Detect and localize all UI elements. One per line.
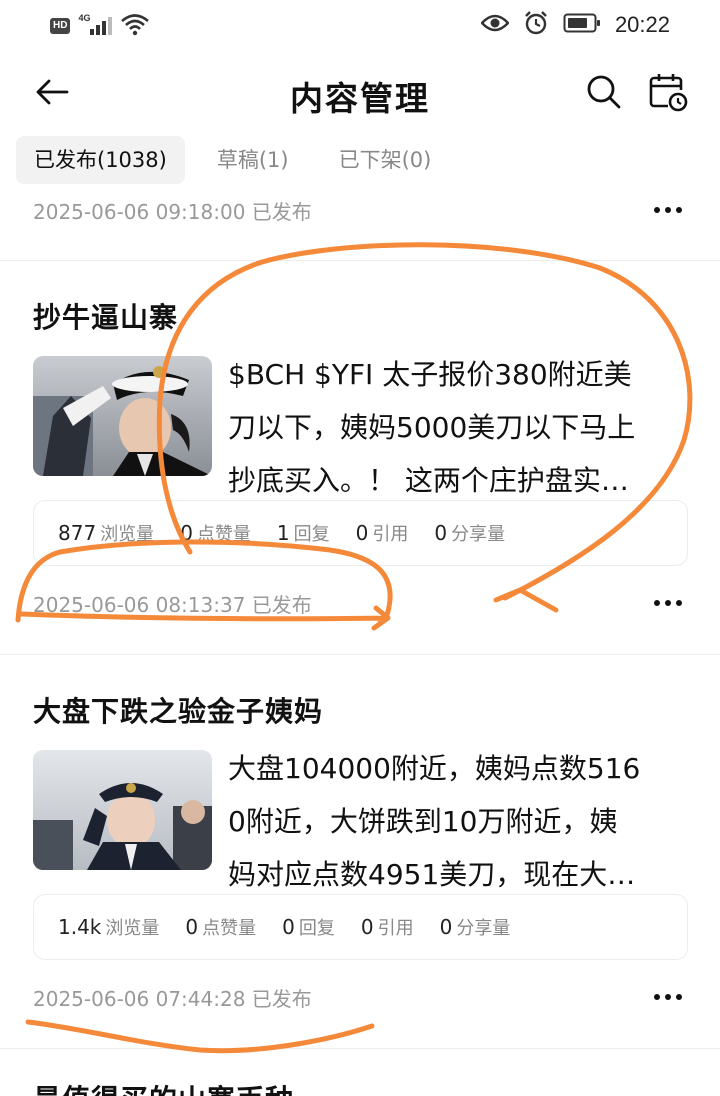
post-title[interactable]: 大盘下跌之验金子姨妈 bbox=[33, 690, 323, 730]
more-dot bbox=[665, 600, 671, 606]
more-dot bbox=[665, 994, 671, 1000]
app-header: 内容管理 bbox=[0, 54, 720, 130]
wifi-icon bbox=[120, 12, 150, 40]
divider bbox=[0, 654, 720, 655]
post-title[interactable]: 抄牛逼山寨 bbox=[33, 296, 178, 336]
stat-label: 点赞量 bbox=[196, 524, 251, 545]
stat-value: 0 bbox=[282, 915, 295, 939]
stat-label: 浏览量 bbox=[100, 524, 155, 545]
stat-quotes: 0 引用 bbox=[361, 914, 414, 940]
stat-likes: 0 点赞量 bbox=[180, 520, 251, 546]
stat-label: 分享量 bbox=[451, 524, 506, 545]
post-timestamp-status: 2025-06-06 08:13:37 已发布 bbox=[33, 593, 312, 617]
stat-value: 1 bbox=[276, 521, 290, 545]
stat-label: 浏览量 bbox=[105, 918, 160, 939]
calendar-button[interactable] bbox=[646, 70, 690, 114]
tab-drafts[interactable]: 草稿(1) bbox=[199, 136, 307, 184]
status-bar-left: HD 4G bbox=[50, 12, 150, 40]
stat-value: 0 bbox=[360, 915, 374, 939]
post-thumbnail[interactable] bbox=[33, 750, 212, 870]
eye-icon bbox=[480, 13, 510, 37]
post-excerpt[interactable]: 大盘104000附近，姨妈点数516 0附近，大饼跌到10万附近，姨 妈对应点数… bbox=[228, 742, 690, 901]
more-dot bbox=[654, 207, 660, 213]
hd-icon: HD bbox=[50, 18, 71, 34]
stat-value: 0 bbox=[355, 521, 369, 545]
stat-value: 877 bbox=[58, 521, 97, 545]
stat-value: 0 bbox=[439, 915, 453, 939]
excerpt-line: 刀以下，姨妈5000美刀以下马上 bbox=[228, 411, 636, 444]
more-options-button[interactable] bbox=[646, 983, 690, 1011]
stat-value: 1.4k bbox=[58, 915, 102, 939]
network-type-label: 4G bbox=[78, 13, 91, 23]
search-button[interactable] bbox=[584, 72, 624, 112]
status-bar-right: 20:22 bbox=[480, 10, 670, 40]
stat-quotes: 0 引用 bbox=[356, 520, 409, 546]
stat-label: 点赞量 bbox=[202, 918, 257, 939]
stat-label: 引用 bbox=[377, 918, 414, 939]
stat-replies: 1 回复 bbox=[277, 520, 330, 546]
stat-views: 877 浏览量 bbox=[58, 520, 154, 546]
post-meta-row: 2025-06-06 08:13:37 已发布 bbox=[0, 583, 720, 623]
tab-published[interactable]: 已发布(1038) bbox=[16, 136, 185, 184]
excerpt-line: 大盘104000附近，姨妈点数516 bbox=[228, 752, 641, 785]
more-dot bbox=[665, 207, 671, 213]
more-options-button[interactable] bbox=[646, 196, 690, 224]
post-excerpt[interactable]: $BCH $YFI 太子报价380附近美 刀以下，姨妈5000美刀以下马上 抄底… bbox=[228, 348, 690, 507]
post-timestamp-status: 2025-06-06 07:44:28 已发布 bbox=[33, 987, 312, 1011]
divider bbox=[0, 260, 720, 261]
more-dot bbox=[654, 600, 660, 606]
more-options-button[interactable] bbox=[646, 589, 690, 617]
stat-value: 0 bbox=[185, 915, 199, 939]
stat-shares: 0 分享量 bbox=[434, 520, 505, 546]
divider bbox=[0, 1048, 720, 1049]
battery-icon bbox=[563, 12, 601, 38]
calendar-clock-icon bbox=[649, 74, 688, 112]
excerpt-line: 0附近，大饼跌到10万附近，姨 bbox=[228, 805, 618, 838]
stat-label: 分享量 bbox=[456, 918, 511, 939]
stat-label: 回复 bbox=[293, 524, 330, 545]
underline-annotation bbox=[25, 1019, 375, 1054]
post-title[interactable]: 最值得买的山寨币种 bbox=[33, 1078, 294, 1096]
stat-shares: 0 分享量 bbox=[440, 914, 511, 940]
status-time: 20:22 bbox=[614, 12, 670, 37]
post-meta-row: 2025-06-06 09:18:00 已发布 bbox=[0, 190, 720, 230]
alarm-icon bbox=[523, 10, 549, 40]
more-dot bbox=[676, 600, 682, 606]
more-dot bbox=[676, 207, 682, 213]
excerpt-line: $BCH $YFI 太子报价380附近美 bbox=[228, 358, 632, 391]
stat-label: 引用 bbox=[372, 524, 409, 545]
post-meta-row: 2025-06-06 07:44:28 已发布 bbox=[0, 977, 720, 1017]
stat-likes: 0 点赞量 bbox=[185, 914, 256, 940]
status-tabs: 已发布(1038) 草稿(1) 已下架(0) bbox=[16, 136, 449, 184]
search-icon bbox=[587, 75, 621, 109]
stat-value: 0 bbox=[180, 521, 193, 545]
post-timestamp-status: 2025-06-06 09:18:00 已发布 bbox=[33, 200, 312, 224]
tab-removed[interactable]: 已下架(0) bbox=[321, 136, 450, 184]
more-dot bbox=[654, 994, 660, 1000]
status-bar: HD 4G 20:22 bbox=[0, 0, 720, 48]
post-stats: 1.4k 浏览量 0 点赞量 0 回复 0 引用 0 分享量 bbox=[33, 894, 688, 960]
stat-views: 1.4k 浏览量 bbox=[58, 914, 159, 940]
signal-4g-icon: 4G bbox=[78, 13, 113, 37]
more-dot bbox=[676, 994, 682, 1000]
stat-value: 0 bbox=[434, 521, 448, 545]
post-thumbnail[interactable] bbox=[33, 356, 212, 476]
post-stats: 877 浏览量 0 点赞量 1 回复 0 引用 0 分享量 bbox=[33, 500, 688, 566]
stat-replies: 0 回复 bbox=[282, 914, 335, 940]
stat-label: 回复 bbox=[298, 918, 335, 939]
